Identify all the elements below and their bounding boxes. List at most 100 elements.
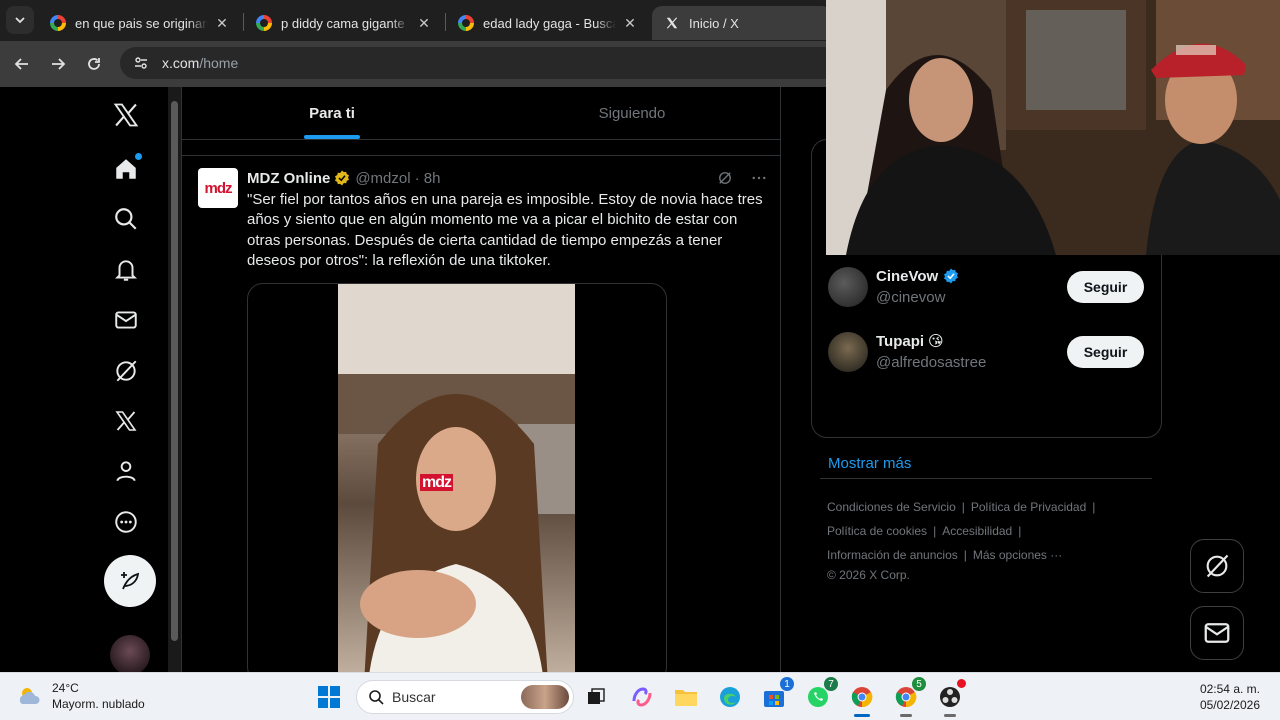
back-button[interactable] bbox=[9, 51, 35, 77]
mail-icon bbox=[1204, 623, 1230, 643]
nav-scrollbar[interactable] bbox=[168, 87, 181, 672]
windows-taskbar: 24°C Mayorm. nublado Buscar 1 7 5 02:54 … bbox=[0, 672, 1280, 720]
bell-icon bbox=[114, 260, 138, 281]
search-icon bbox=[369, 690, 384, 705]
footer-link-ads-info[interactable]: Información de anuncios bbox=[827, 548, 958, 562]
footer-link-cookies[interactable]: Política de cookies bbox=[827, 524, 927, 538]
tab-para-ti[interactable]: Para ti bbox=[182, 87, 482, 139]
nav-messages[interactable] bbox=[104, 298, 148, 342]
clock-time: 02:54 a. m. bbox=[1199, 682, 1260, 696]
compose-post-button[interactable] bbox=[104, 555, 156, 607]
arrow-left-icon bbox=[14, 58, 28, 70]
arrow-right-icon bbox=[52, 58, 66, 70]
messages-floating-button[interactable] bbox=[1190, 606, 1244, 660]
start-button[interactable] bbox=[313, 681, 345, 713]
nav-premium[interactable] bbox=[104, 399, 148, 443]
weather-widget[interactable]: 24°C Mayorm. nublado bbox=[16, 680, 145, 712]
site-settings-icon[interactable] bbox=[126, 48, 156, 78]
suggested-account[interactable]: Tupapi 😘 @alfredosastree Seguir bbox=[828, 330, 1148, 378]
partly-cloudy-icon bbox=[19, 688, 40, 704]
account-avatar[interactable] bbox=[110, 635, 150, 675]
browser-tab-3[interactable]: edad lady gaga - Buscar ✕ bbox=[446, 6, 650, 40]
video-frame[interactable] bbox=[338, 284, 575, 672]
windows-icon bbox=[318, 686, 340, 708]
reload-icon bbox=[88, 58, 100, 70]
account-avatar[interactable] bbox=[828, 267, 868, 307]
chrome-profile-button[interactable]: 5 bbox=[890, 677, 926, 717]
show-more-link[interactable]: Mostrar más bbox=[828, 455, 911, 472]
forward-button[interactable] bbox=[45, 51, 71, 77]
close-icon[interactable]: ✕ bbox=[416, 15, 432, 32]
url-host: x.com bbox=[162, 55, 200, 71]
account-name[interactable]: Tupapi bbox=[876, 333, 924, 350]
tab-label: Para ti bbox=[309, 104, 355, 122]
account-avatar[interactable] bbox=[828, 332, 868, 372]
timeline: Para ti Siguiendo mdz MDZ Online @mdzol … bbox=[181, 87, 781, 672]
grok-floating-button[interactable] bbox=[1190, 539, 1244, 593]
follow-button[interactable]: Seguir bbox=[1067, 336, 1144, 368]
post[interactable]: mdz MDZ Online @mdzol · 8h "Ser fiel por… bbox=[182, 155, 780, 672]
video-person-image bbox=[338, 284, 575, 672]
edge-button[interactable] bbox=[714, 681, 746, 713]
scrollbar-thumb[interactable] bbox=[171, 101, 178, 641]
footer-link-terms[interactable]: Condiciones de Servicio bbox=[827, 500, 956, 514]
whatsapp-button[interactable]: 7 bbox=[802, 677, 838, 713]
close-icon[interactable]: ✕ bbox=[214, 15, 230, 32]
footer-link-privacy[interactable]: Política de Privacidad bbox=[971, 500, 1086, 514]
nav-home[interactable] bbox=[104, 147, 148, 191]
footer-separator: | bbox=[1018, 524, 1022, 538]
grok-icon[interactable] bbox=[716, 169, 734, 187]
reload-button[interactable] bbox=[81, 51, 107, 77]
grok-icon bbox=[1206, 554, 1229, 578]
browser-tab-2[interactable]: p diddy cama gigante fot ✕ bbox=[244, 6, 444, 40]
weather-desc: Mayorm. nublado bbox=[52, 697, 145, 711]
footer-link-more-options[interactable]: Más opciones ··· bbox=[973, 548, 1062, 562]
taskbar-search[interactable]: Buscar bbox=[356, 680, 574, 714]
post-media-video[interactable]: mdz bbox=[247, 283, 667, 672]
post-handle[interactable]: @mdzol bbox=[355, 170, 410, 187]
task-view-button[interactable] bbox=[580, 681, 612, 713]
file-explorer-button[interactable] bbox=[670, 681, 702, 713]
footer-link-accessibility[interactable]: Accesibilidad bbox=[942, 524, 1012, 538]
nav-more[interactable] bbox=[104, 500, 148, 544]
footer-separator: | bbox=[1092, 500, 1096, 514]
watermark-text: mdz bbox=[420, 474, 453, 491]
browser-tab-1[interactable]: en que pais se originaron ✕ bbox=[38, 6, 242, 40]
obs-icon bbox=[940, 687, 960, 707]
footer-row-2: Política de cookies | Accesibilidad | bbox=[827, 524, 1021, 538]
address-bar[interactable]: x.com/home bbox=[120, 47, 840, 79]
running-indicator bbox=[944, 714, 956, 717]
account-name-row: Tupapi 😘 bbox=[876, 332, 944, 351]
tab-siguiendo[interactable]: Siguiendo bbox=[482, 87, 780, 139]
obs-button[interactable] bbox=[934, 679, 966, 717]
running-indicator bbox=[854, 714, 870, 717]
chevron-down-icon bbox=[15, 17, 25, 24]
more-horizontal-icon[interactable] bbox=[750, 169, 768, 187]
tab-title: en que pais se originaron bbox=[75, 15, 208, 31]
nav-notifications[interactable] bbox=[104, 248, 148, 292]
post-header: MDZ Online @mdzol · 8h bbox=[247, 169, 440, 187]
video-watermark: mdz bbox=[420, 474, 453, 492]
suggested-account[interactable]: CineVow @cinevow Seguir bbox=[828, 265, 1148, 313]
follow-button[interactable]: Seguir bbox=[1067, 271, 1144, 303]
chrome-button-active[interactable] bbox=[846, 681, 878, 717]
post-avatar[interactable]: mdz bbox=[198, 168, 238, 208]
x-logo-link[interactable] bbox=[104, 93, 148, 137]
x-logo-icon bbox=[113, 103, 139, 127]
copilot-button[interactable] bbox=[626, 681, 658, 713]
tab-title: p diddy cama gigante fot bbox=[281, 15, 410, 31]
close-icon[interactable]: ✕ bbox=[622, 15, 638, 32]
system-clock[interactable]: 02:54 a. m. 05/02/2026 bbox=[1200, 681, 1260, 713]
browser-tab-4-active[interactable]: Inicio / X bbox=[652, 6, 832, 40]
nav-profile[interactable] bbox=[104, 449, 148, 493]
tab-search-button[interactable] bbox=[6, 6, 34, 34]
account-name[interactable]: CineVow bbox=[876, 268, 938, 285]
post-author-name[interactable]: MDZ Online bbox=[247, 170, 330, 187]
post-time[interactable]: · 8h bbox=[415, 170, 441, 187]
nav-grok[interactable] bbox=[104, 349, 148, 393]
footer-separator: | bbox=[933, 524, 937, 538]
store-button[interactable]: 1 bbox=[758, 677, 794, 713]
nav-explore[interactable] bbox=[104, 197, 148, 241]
tab-title: Inicio / X bbox=[689, 15, 739, 31]
copyright-text: © 2026 X Corp. bbox=[827, 568, 910, 582]
